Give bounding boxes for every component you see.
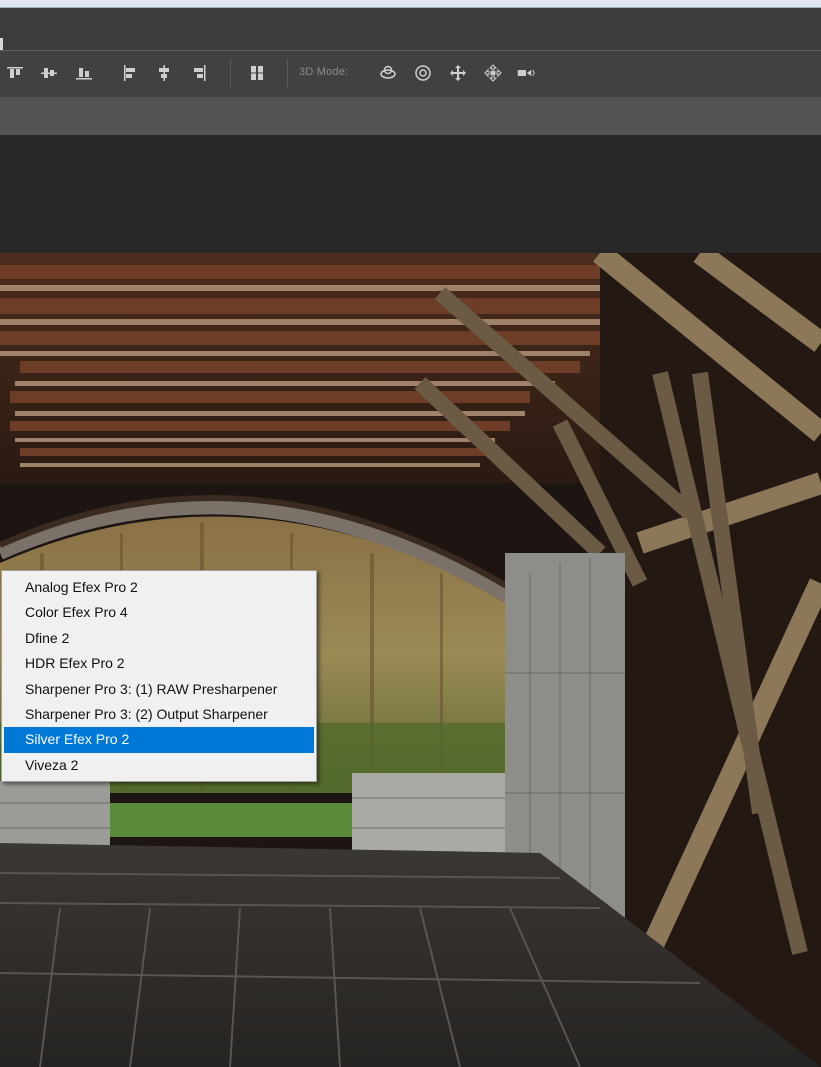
auto-align-layers-icon[interactable] [248,64,266,82]
document-tab-bar [0,97,821,135]
menu-item-viveza-2[interactable]: Viveza 2 [4,753,314,778]
3d-roll-icon[interactable] [414,64,432,82]
align-top-edges-icon[interactable] [6,64,24,82]
menu-item-dfine-2[interactable]: Dfine 2 [4,626,314,651]
menu-item-hdr-efex-pro-2[interactable]: HDR Efex Pro 2 [4,651,314,676]
3d-slide-icon[interactable] [484,64,502,82]
menu-item-silver-efex-pro-2[interactable]: Silver Efex Pro 2 [4,727,314,753]
workspace-background [0,135,821,253]
menu-item-color-efex-pro-4[interactable]: Color Efex Pro 4 [4,600,314,625]
toolbar-separator [287,59,288,87]
menu-item-sharpener-output-sharpener[interactable]: Sharpener Pro 3: (2) Output Sharpener [4,702,314,727]
align-vertical-centers-icon[interactable] [40,64,58,82]
align-right-edges-icon[interactable] [190,64,208,82]
align-left-edges-icon[interactable] [121,64,139,82]
menu-item-analog-efex-pro-2[interactable]: Analog Efex Pro 2 [4,575,314,600]
3d-orbit-icon[interactable] [379,64,397,82]
menu-item-sharpener-raw-presharpener[interactable]: Sharpener Pro 3: (1) RAW Presharpener [4,677,314,702]
3d-mode-label: 3D Mode: [299,66,349,78]
align-horizontal-centers-icon[interactable] [155,64,173,82]
toolbar-separator [230,59,231,87]
filter-submenu: Analog Efex Pro 2 Color Efex Pro 4 Dfine… [1,570,317,782]
3d-scale-icon[interactable] [517,64,535,82]
align-bottom-edges-icon[interactable] [75,64,93,82]
window-top-strip [0,0,821,8]
title-bar [0,8,821,50]
3d-pan-icon[interactable] [449,64,467,82]
